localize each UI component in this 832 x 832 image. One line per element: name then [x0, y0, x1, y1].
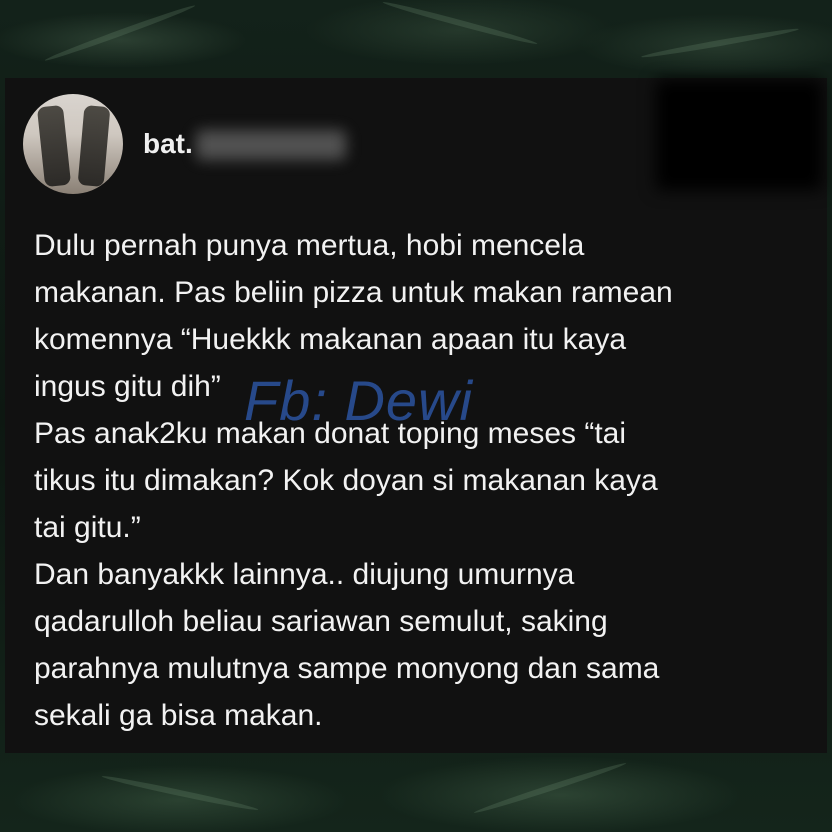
- fern-leaf: [381, 0, 539, 47]
- username[interactable]: bat.: [143, 128, 193, 160]
- watermark: Fb: Dewi: [244, 369, 473, 432]
- fern-leaf: [640, 26, 800, 60]
- redaction-block: [656, 80, 822, 190]
- avatar-photo-detail: [36, 104, 72, 188]
- username-redaction: [196, 130, 346, 160]
- post-body: Dulu pernah punya mertua, hobi mencela m…: [34, 229, 673, 732]
- avatar[interactable]: [23, 94, 123, 194]
- fern-leaf: [43, 2, 197, 64]
- fern-leaf: [472, 760, 628, 816]
- avatar-photo-detail: [77, 105, 111, 187]
- fern-leaf: [101, 773, 259, 813]
